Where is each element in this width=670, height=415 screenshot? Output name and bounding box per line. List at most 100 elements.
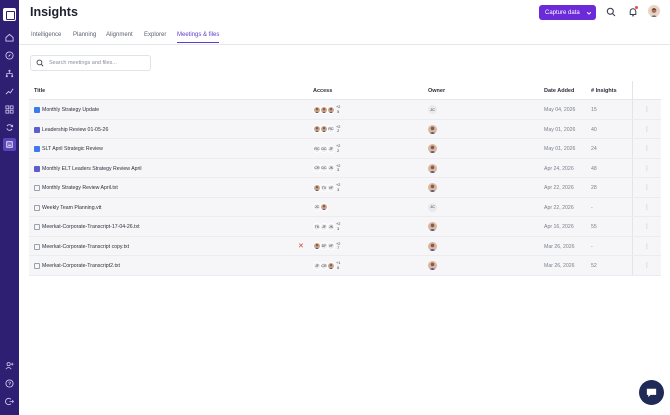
- trend-icon[interactable]: [4, 86, 15, 97]
- access-avatar: [320, 203, 328, 211]
- chat-bubble-icon: [646, 388, 657, 398]
- access-avatars[interactable]: CR DC JK +2 3: [313, 163, 340, 174]
- logout-icon[interactable]: [4, 396, 15, 407]
- tab-alignment[interactable]: Alignment: [106, 32, 133, 42]
- access-initials: VF: [327, 183, 335, 192]
- access-more-count: +2 3: [336, 222, 341, 231]
- access-initials: RC: [327, 125, 335, 133]
- access-more-count: +2 2: [336, 124, 341, 133]
- access-avatars[interactable]: JC: [313, 202, 328, 213]
- table-row[interactable]: Meerkat-Corporate-Transcript-17-04-26.tx…: [29, 217, 661, 237]
- table-row[interactable]: Meerkat-Corporate-Transcript copy.txt ✕ DF…: [29, 236, 661, 256]
- column-divider: [632, 100, 633, 119]
- access-avatars[interactable]: TV VF +2 3: [313, 182, 340, 193]
- tab-planning[interactable]: Planning: [73, 32, 96, 42]
- column-divider: [632, 119, 633, 138]
- owner-avatar: [428, 163, 437, 173]
- kebab-menu-icon[interactable]: ⋮: [644, 145, 650, 152]
- meetings-table: Title Access Owner Date Added # Insights…: [29, 81, 661, 276]
- app-logo-icon[interactable]: [3, 8, 16, 21]
- header-date[interactable]: Date Added: [544, 88, 574, 94]
- hierarchy-icon[interactable]: [4, 68, 15, 79]
- row-date: May 01, 2026: [544, 146, 576, 152]
- row-date: Mar 26, 2026: [544, 263, 575, 269]
- table-row[interactable]: Weekly Team Planning.vtt JC JC Apr 22, 2026…: [29, 197, 661, 217]
- column-divider: [632, 81, 633, 99]
- access-avatars[interactable]: RC +2 2: [313, 124, 340, 135]
- kebab-menu-icon[interactable]: ⋮: [644, 165, 650, 172]
- column-divider: [632, 256, 633, 275]
- access-initials: JK: [327, 164, 335, 172]
- add-user-icon[interactable]: [4, 360, 15, 371]
- access-more-count: +2 2: [336, 144, 341, 153]
- row-title[interactable]: Monthly Strategy Update: [42, 107, 99, 113]
- access-avatars[interactable]: TK JF JK +2 3: [313, 221, 340, 232]
- row-date: Apr 22, 2026: [544, 204, 574, 211]
- grid-icon[interactable]: [4, 104, 15, 115]
- tab-explorer[interactable]: Explorer: [144, 32, 166, 42]
- header-access[interactable]: Access: [313, 88, 332, 94]
- chevron-down-icon: [586, 11, 591, 15]
- kebab-menu-icon[interactable]: ⋮: [644, 204, 650, 211]
- kebab-menu-icon[interactable]: ⋮: [644, 223, 650, 230]
- row-title[interactable]: Meerkat-Corporate-Transcript copy.txt: [42, 244, 129, 250]
- tab-meetings-files[interactable]: Meetings & files: [177, 32, 220, 43]
- kebab-menu-icon[interactable]: ⋮: [644, 184, 650, 191]
- access-avatars[interactable]: +2 5: [313, 104, 340, 115]
- row-insights: 15: [591, 107, 597, 113]
- chat-button[interactable]: [639, 380, 664, 405]
- row-title[interactable]: Monthly ELT Leaders Strategy Review Apri…: [42, 166, 142, 172]
- table-row[interactable]: Monthly ELT Leaders Strategy Review Apri…: [29, 158, 661, 178]
- search-box: [30, 55, 151, 71]
- table-row[interactable]: Monthly Strategy Update +2 5 JC May 04, 2026…: [29, 100, 661, 120]
- meetings-icon[interactable]: [3, 138, 16, 151]
- row-title[interactable]: Leadership Review 01-05-26: [42, 127, 108, 133]
- table-row[interactable]: Meerkat-Corporate-Transcript2.txt JF CR +1 6…: [29, 256, 661, 276]
- access-avatars[interactable]: DF VF +2 7: [313, 241, 340, 252]
- notification-dot: [635, 6, 638, 9]
- row-title[interactable]: Meerkat-Corporate-Transcript2.txt: [42, 263, 120, 269]
- row-insights: -: [591, 204, 593, 211]
- kebab-menu-icon[interactable]: ⋮: [644, 126, 650, 133]
- row-title[interactable]: Monthly Strategy Review April.txt: [42, 185, 118, 191]
- row-title[interactable]: SLT April Strategic Review: [42, 146, 103, 152]
- row-date: Apr 24, 2026: [544, 165, 574, 172]
- access-initials: JK: [327, 222, 335, 231]
- kebab-menu-icon[interactable]: ⋮: [644, 243, 650, 250]
- access-more-count: +1 6: [336, 261, 341, 270]
- column-divider: [632, 139, 633, 158]
- owner-avatar: [428, 222, 437, 231]
- row-insights: 55: [591, 224, 597, 230]
- header-title[interactable]: Title: [34, 88, 45, 94]
- sync-icon[interactable]: [4, 122, 15, 133]
- row-title[interactable]: Meerkat-Corporate-Transcript-17-04-26.tx…: [42, 224, 140, 230]
- row-insights: 24: [591, 146, 597, 152]
- row-title[interactable]: Weekly Team Planning.vtt: [42, 205, 102, 211]
- table-row[interactable]: Leadership Review 01-05-26 RC +2 2 May 01, 2…: [29, 119, 661, 139]
- table-row[interactable]: SLT April Strategic Review RC DC JF +2 2 May 0…: [29, 139, 661, 159]
- tab-bar: Intelligence Planning Alignment Explorer…: [19, 27, 670, 45]
- user-avatar[interactable]: [648, 5, 660, 17]
- access-avatars[interactable]: RC DC JF +2 2: [313, 143, 340, 154]
- capture-data-button[interactable]: Capture data: [539, 5, 596, 20]
- row-insights: 48: [591, 165, 597, 172]
- access-more-count: +2 7: [336, 241, 341, 250]
- help-icon[interactable]: [4, 378, 15, 389]
- document-file-icon: [34, 204, 40, 211]
- kebab-menu-icon[interactable]: ⋮: [644, 262, 650, 269]
- compass-icon[interactable]: [4, 50, 15, 61]
- header-insights[interactable]: # Insights: [591, 88, 617, 94]
- search-icon: [36, 59, 44, 67]
- search-icon[interactable]: [605, 6, 616, 17]
- kebab-menu-icon[interactable]: ⋮: [644, 106, 650, 113]
- table-row[interactable]: Monthly Strategy Review April.txt TV VF +2 3…: [29, 178, 661, 198]
- access-avatars[interactable]: JF CR +1 6: [313, 260, 340, 271]
- access-avatar: [327, 261, 335, 270]
- tab-intelligence[interactable]: Intelligence: [31, 32, 61, 42]
- bell-icon[interactable]: [627, 6, 638, 17]
- header-owner[interactable]: Owner: [428, 88, 445, 94]
- access-more-count: +2 5: [336, 105, 341, 114]
- search-input[interactable]: [49, 60, 149, 66]
- home-icon[interactable]: [4, 32, 15, 43]
- row-date: Apr 22, 2026: [544, 185, 574, 191]
